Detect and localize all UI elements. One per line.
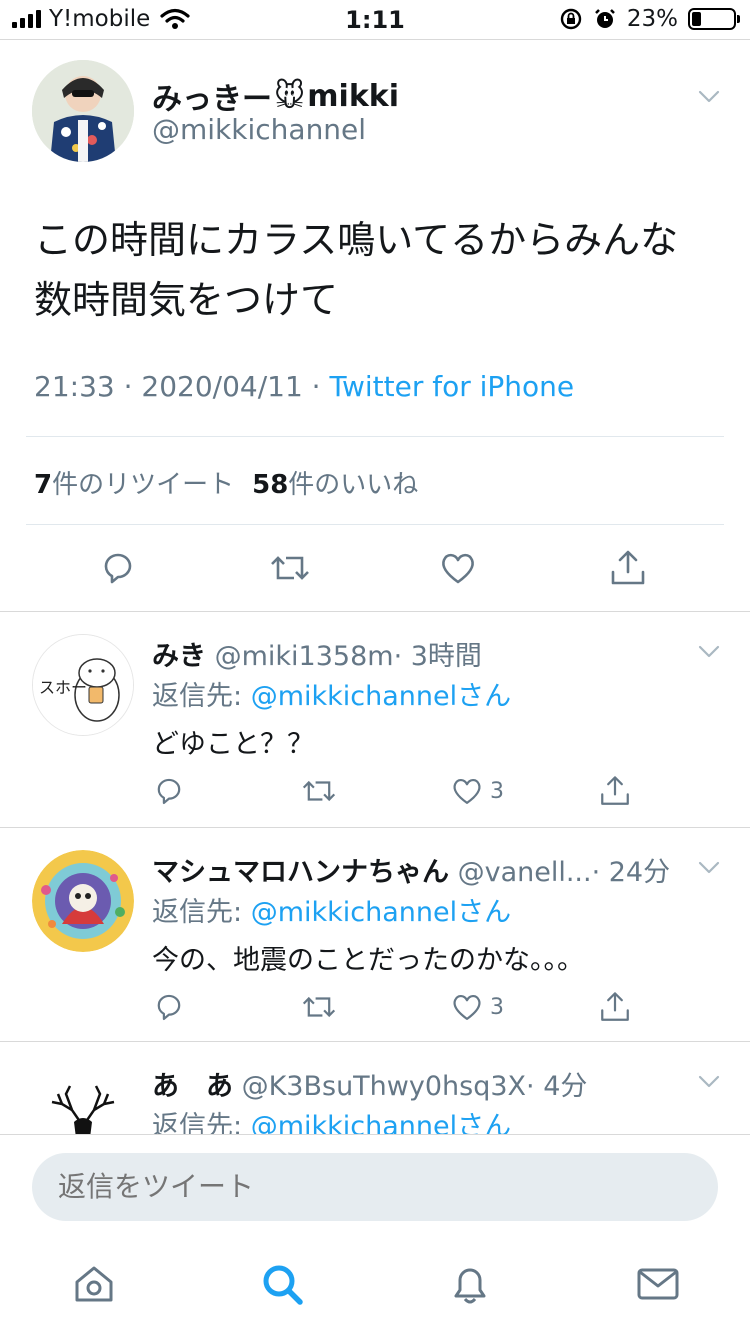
reply-author-name[interactable]: マシュマロハンナちゃん: [152, 857, 449, 888]
reply-author-name[interactable]: みき: [152, 641, 206, 672]
reply-time: · 24分: [591, 857, 671, 888]
avatar-image: スホー: [33, 635, 133, 735]
replying-to-link[interactable]: @mikkichannelさん: [251, 681, 511, 712]
mouse-emoji: 🐭: [274, 78, 306, 114]
tweet-meta: 21:33 · 2020/04/11 · Twitter for iPhone: [34, 370, 574, 403]
bell-icon[interactable]: [448, 1262, 492, 1306]
status-right: 23%: [559, 6, 740, 32]
tweet-timestamp: 21:33 · 2020/04/11 ·: [34, 370, 330, 403]
reply-input[interactable]: [32, 1153, 718, 1221]
rotation-lock-icon: [560, 8, 582, 30]
share-icon[interactable]: [608, 548, 648, 588]
battery-fill: [692, 12, 701, 26]
share-icon[interactable]: [598, 990, 632, 1024]
reply-tweet[interactable]: あ あ @K3BsuThwy0hsq3X· 4分 返信先: @mikkichan…: [0, 1042, 750, 1134]
home-icon[interactable]: [72, 1262, 116, 1306]
reply-icon[interactable]: [98, 548, 138, 588]
reply-header: マシュマロハンナちゃん @vanell...· 24分: [152, 850, 670, 889]
like-label: 件のいいね: [288, 470, 419, 500]
divider: [26, 436, 724, 437]
replying-to-prefix: 返信先:: [152, 681, 251, 712]
replying-to: 返信先: @mikkichannelさん: [152, 674, 511, 713]
replying-to-link[interactable]: @mikkichannelさん: [251, 1111, 511, 1134]
like-count: 3: [490, 994, 504, 1020]
like-button[interactable]: 3: [450, 990, 504, 1024]
avatar[interactable]: [32, 60, 134, 162]
author-name-text: みっきー: [152, 82, 272, 117]
chevron-down-icon[interactable]: [698, 1070, 720, 1092]
like-button[interactable]: 3: [450, 774, 504, 808]
reply-author-handle[interactable]: @miki1358m: [215, 641, 394, 672]
like-count: 3: [490, 778, 504, 804]
author-name-suffix: mikki: [307, 78, 400, 114]
reply-tweet[interactable]: スホー みき @miki1358m· 3時間 返信先: @mikkichanne…: [0, 612, 750, 828]
replying-to: 返信先: @mikkichannelさん: [152, 1104, 511, 1134]
avatar[interactable]: [32, 850, 134, 952]
retweet-icon[interactable]: [268, 548, 312, 588]
retweet-stat[interactable]: 7件のリツイート: [34, 464, 234, 501]
reply-compose-bar: [0, 1134, 750, 1242]
svg-text:スホー: スホー: [39, 678, 87, 697]
reply-icon[interactable]: [152, 774, 186, 808]
author-name[interactable]: みっきー 🐭 mikki: [152, 74, 399, 118]
chevron-down-icon[interactable]: [698, 856, 720, 878]
author-handle[interactable]: @mikkichannel: [152, 113, 366, 146]
battery-icon: [688, 8, 740, 30]
reply-author-handle[interactable]: @vanell...: [458, 857, 592, 888]
avatar-image: [32, 60, 134, 162]
reply-author-name[interactable]: あ あ: [152, 1071, 233, 1102]
retweet-count: 7: [34, 470, 53, 500]
share-icon[interactable]: [598, 774, 632, 808]
reply-text: どゆこと？？: [152, 729, 314, 760]
alarm-icon: [594, 9, 615, 28]
tweet-stats: 7件のリツイート 58件のいいね: [34, 464, 418, 501]
search-icon[interactable]: [260, 1262, 304, 1306]
avatar-image: [32, 1064, 134, 1134]
chevron-down-icon[interactable]: [698, 85, 720, 107]
reply-header: みき @miki1358m· 3時間: [152, 634, 482, 673]
tweet-source-link[interactable]: Twitter for iPhone: [329, 370, 574, 403]
reply-tweet[interactable]: マシュマロハンナちゃん @vanell...· 24分 返信先: @mikkic…: [0, 828, 750, 1042]
reply-time: · 4分: [526, 1071, 588, 1102]
avatar[interactable]: [32, 1064, 134, 1134]
tab-bar: [0, 1242, 750, 1334]
like-icon: [453, 778, 481, 805]
avatar[interactable]: スホー: [32, 634, 134, 736]
reply-text: 今の、地震のことだったのかな。。。: [152, 945, 584, 976]
like-icon: [453, 994, 481, 1021]
avatar-image: [32, 850, 134, 952]
replying-to: 返信先: @mikkichannelさん: [152, 890, 511, 929]
like-stat[interactable]: 58件のいいね: [252, 464, 418, 501]
main-tweet: みっきー 🐭 mikki @mikkichannel この時間にカラス鳴いてるか…: [0, 40, 750, 612]
retweet-label: 件のリツイート: [52, 470, 235, 500]
like-icon[interactable]: [438, 548, 478, 588]
reply-header: あ あ @K3BsuThwy0hsq3X· 4分: [152, 1064, 587, 1103]
like-count: 58: [252, 470, 289, 500]
chevron-down-icon[interactable]: [698, 640, 720, 662]
replying-to-link[interactable]: @mikkichannelさん: [251, 897, 511, 928]
retweet-icon[interactable]: [300, 990, 338, 1024]
replying-to-prefix: 返信先:: [152, 897, 251, 928]
divider: [26, 524, 724, 525]
tweet-text: この時間にカラス鳴いてるからみんな数時間気をつけて: [34, 218, 679, 322]
reply-time: · 3時間: [393, 641, 482, 672]
reply-author-handle[interactable]: @K3BsuThwy0hsq3X: [242, 1071, 526, 1102]
status-bar: Y!mobile 1:11 23%: [0, 0, 750, 40]
battery-percent: 23%: [626, 6, 678, 32]
retweet-icon[interactable]: [300, 774, 338, 808]
mail-icon[interactable]: [636, 1262, 680, 1306]
reply-icon[interactable]: [152, 990, 186, 1024]
replying-to-prefix: 返信先:: [152, 1111, 251, 1134]
